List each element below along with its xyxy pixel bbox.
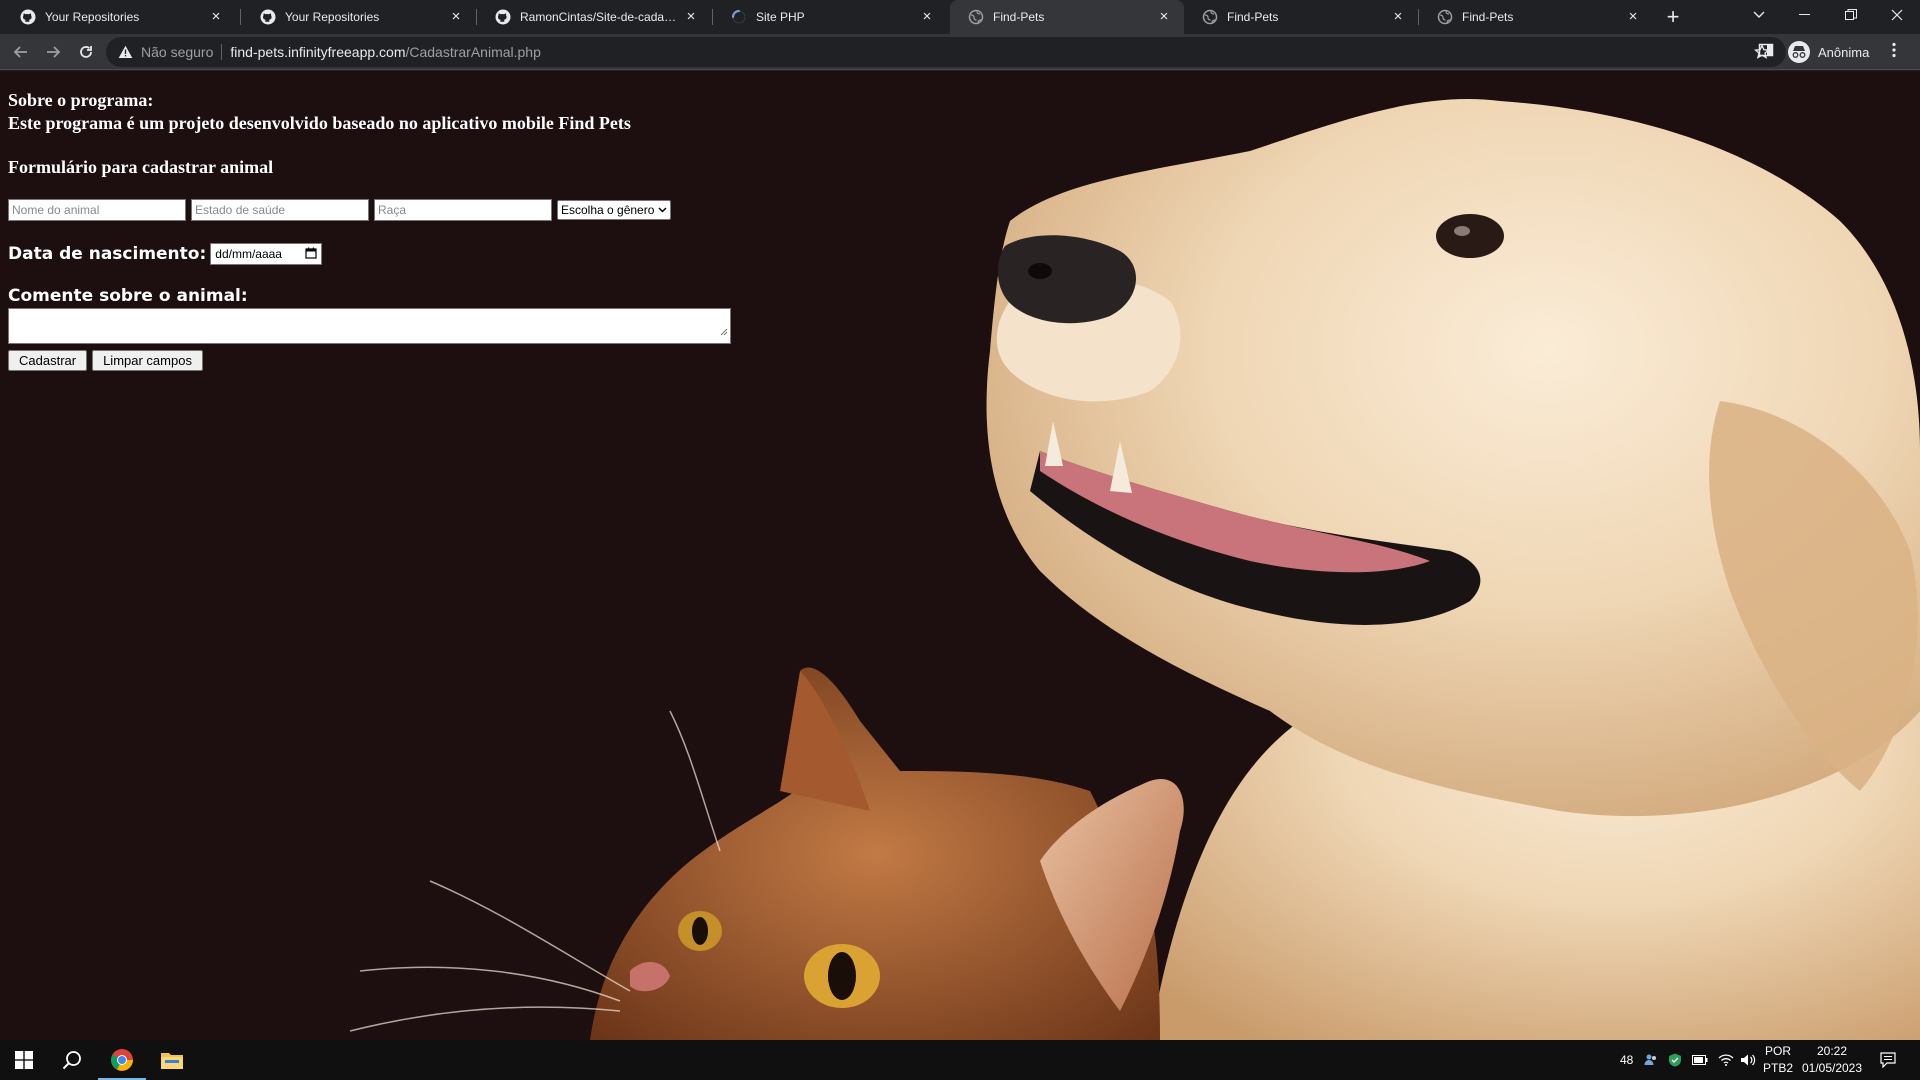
volume-icon[interactable] [1740,1040,1756,1080]
github-icon [495,9,511,25]
comment-textarea[interactable] [8,308,731,344]
globe-icon [1437,9,1453,25]
animal-name-input[interactable] [8,199,186,221]
breed-input[interactable] [374,199,552,221]
calendar-icon[interactable] [305,247,317,262]
form-buttons: Cadastrar Limpar campos [8,350,748,371]
page-viewport: Sobre o programa: Este programa é um pro… [0,71,1920,1040]
birth-date-input[interactable]: dd/mm/aaaa [210,243,323,265]
search-icon[interactable] [48,1040,96,1080]
tab-title: Your Repositories [45,10,140,24]
kebab-menu-icon[interactable] [1892,42,1896,63]
tab-your-repositories-2[interactable]: Your Repositories × [242,0,476,34]
file-explorer-icon[interactable] [148,1040,196,1080]
tab-find-pets-2[interactable]: Find-Pets × [1184,0,1418,34]
tab-search-chevron-icon[interactable] [1736,0,1782,30]
url-path: /CadastrarAnimal.php [405,44,541,60]
address-bar[interactable]: Não seguro find-pets.infinityfreeapp.com… [106,37,1786,67]
people-icon[interactable] [1644,1040,1658,1080]
tab-title: Your Repositories [285,10,380,24]
tab-site-php[interactable]: Site PHP × [713,0,947,34]
main-content: Sobre o programa: Este programa é um pro… [8,89,748,371]
profile-label: Anônima [1818,44,1870,60]
minimize-icon[interactable] [1782,0,1828,30]
chevron-down-icon [658,205,667,215]
profile-button[interactable]: Anônima [1788,39,1869,65]
browser-toolbar: Não seguro find-pets.infinityfreeapp.com… [0,34,1920,70]
tab-close-icon[interactable]: × [919,9,935,25]
restore-icon[interactable] [1828,0,1874,30]
gender-select-value: Escolha o gênero [561,203,655,217]
tray-number[interactable]: 48 [1620,1040,1633,1080]
chrome-icon[interactable] [98,1040,146,1080]
tab-close-icon[interactable]: × [1156,9,1172,25]
clear-fields-button[interactable]: Limpar campos [92,350,203,371]
submit-button[interactable]: Cadastrar [8,350,88,371]
about-text: Este programa é um projeto desenvolvido … [8,113,631,133]
side-panel-icon[interactable] [1758,42,1774,63]
close-window-icon[interactable] [1874,0,1920,30]
tab-github-repo[interactable]: RamonCintas/Site-de-cadastro- × [477,0,711,34]
form-fields-row: Escolha o gênero [8,199,748,221]
security-label[interactable]: Não seguro [141,44,213,60]
form-title: Formulário para cadastrar animal [8,157,274,177]
language-line-2: PTB2 [1762,1061,1793,1075]
reload-icon[interactable] [74,40,98,64]
tab-close-icon[interactable]: × [683,9,699,25]
comment-label: Comente sobre o animal: [8,286,248,306]
github-icon [260,9,276,25]
birth-date-placeholder: dd/mm/aaaa [215,247,282,261]
tab-title: Find-Pets [993,10,1045,24]
back-arrow-icon[interactable] [9,40,33,64]
clock-date: 01/05/2023 [1801,1061,1863,1075]
resize-grip-icon[interactable] [720,323,728,341]
clock[interactable]: 20:22 01/05/2023 [1796,1043,1868,1077]
tab-close-icon[interactable]: × [448,9,464,25]
clock-time: 20:22 [1816,1044,1848,1058]
wifi-icon[interactable] [1718,1040,1734,1080]
tab-title: Find-Pets [1462,10,1514,24]
tab-close-icon[interactable]: × [208,9,224,25]
windows-taskbar: 48 POR PTB2 20:22 01/05/2023 [0,1040,1920,1080]
birth-date-row: Data de nascimento: dd/mm/aaaa [8,243,748,265]
language-line-1: POR [1764,1044,1791,1058]
about-heading: Sobre o programa: [8,90,154,110]
tab-divider [240,9,241,25]
browser-tab-strip: Your Repositories × Your Repositories × … [0,0,1920,34]
url-host: find-pets.infinityfreeapp.com [230,44,406,60]
security-shield-icon[interactable] [1668,1040,1682,1080]
tab-title: RamonCintas/Site-de-cadastro- [520,10,677,24]
tab-find-pets-active[interactable]: Find-Pets × [950,0,1184,34]
tab-close-icon[interactable]: × [1625,9,1641,25]
birth-date-label: Data de nascimento: [8,244,207,264]
notification-center-icon[interactable] [1868,1040,1908,1080]
tab-close-icon[interactable]: × [1390,9,1406,25]
tab-find-pets-3[interactable]: Find-Pets × [1419,0,1653,34]
tab-title: Site PHP [756,10,805,24]
not-secure-warning-icon[interactable] [118,45,133,59]
incognito-icon [1788,41,1810,63]
globe-icon [1202,9,1218,25]
forward-arrow-icon[interactable] [41,40,65,64]
register-animal-form: Escolha o gênero Data de nascimento: dd/… [8,199,748,371]
tab-your-repositories-1[interactable]: Your Repositories × [2,0,236,34]
new-tab-button[interactable]: + [1660,5,1686,29]
health-status-input[interactable] [191,199,369,221]
github-icon [20,9,36,25]
address-divider [221,44,223,60]
battery-icon[interactable] [1692,1040,1708,1080]
windows-start-icon[interactable] [0,1040,48,1080]
gender-select[interactable]: Escolha o gênero [557,200,672,220]
globe-icon [968,9,984,25]
loading-spinner-icon [731,9,747,25]
language-indicator[interactable]: POR PTB2 [1762,1043,1794,1077]
tab-title: Find-Pets [1227,10,1279,24]
